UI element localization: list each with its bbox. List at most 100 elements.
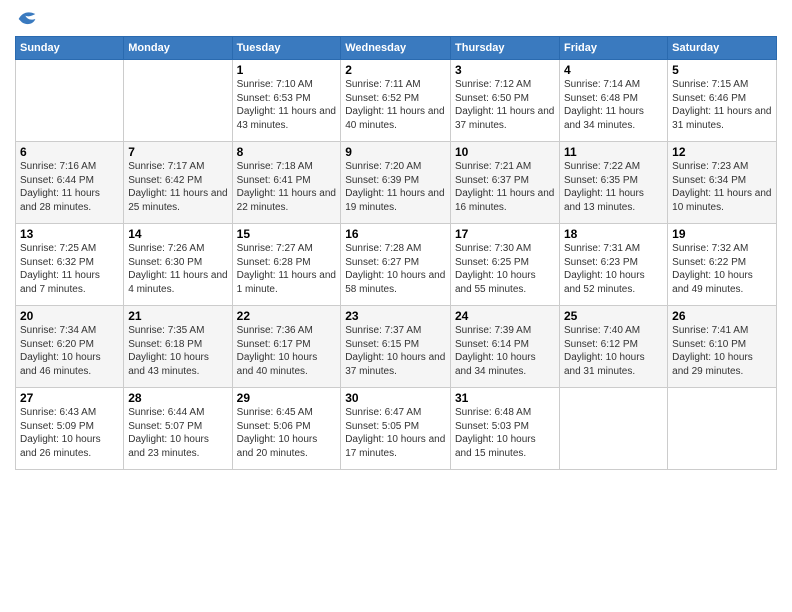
calendar-cell: 12Sunrise: 7:23 AM Sunset: 6:34 PM Dayli… xyxy=(668,142,777,224)
calendar-cell: 23Sunrise: 7:37 AM Sunset: 6:15 PM Dayli… xyxy=(341,306,451,388)
day-number: 11 xyxy=(564,145,663,159)
day-number: 3 xyxy=(455,63,555,77)
calendar-cell: 4Sunrise: 7:14 AM Sunset: 6:48 PM Daylig… xyxy=(559,60,667,142)
calendar-cell: 29Sunrise: 6:45 AM Sunset: 5:06 PM Dayli… xyxy=(232,388,341,470)
day-info: Sunrise: 7:16 AM Sunset: 6:44 PM Dayligh… xyxy=(20,160,119,214)
logo-bird-icon xyxy=(17,10,37,28)
calendar-cell: 20Sunrise: 7:34 AM Sunset: 6:20 PM Dayli… xyxy=(16,306,124,388)
day-info: Sunrise: 6:45 AM Sunset: 5:06 PM Dayligh… xyxy=(237,406,337,460)
calendar-cell: 19Sunrise: 7:32 AM Sunset: 6:22 PM Dayli… xyxy=(668,224,777,306)
day-info: Sunrise: 7:28 AM Sunset: 6:27 PM Dayligh… xyxy=(345,242,446,296)
day-number: 26 xyxy=(672,309,772,323)
day-number: 1 xyxy=(237,63,337,77)
day-info: Sunrise: 7:34 AM Sunset: 6:20 PM Dayligh… xyxy=(20,324,119,378)
day-info: Sunrise: 6:47 AM Sunset: 5:05 PM Dayligh… xyxy=(345,406,446,460)
day-number: 29 xyxy=(237,391,337,405)
calendar-cell: 15Sunrise: 7:27 AM Sunset: 6:28 PM Dayli… xyxy=(232,224,341,306)
day-info: Sunrise: 7:12 AM Sunset: 6:50 PM Dayligh… xyxy=(455,78,555,132)
day-number: 5 xyxy=(672,63,772,77)
calendar-week-4: 20Sunrise: 7:34 AM Sunset: 6:20 PM Dayli… xyxy=(16,306,777,388)
day-info: Sunrise: 6:48 AM Sunset: 5:03 PM Dayligh… xyxy=(455,406,555,460)
calendar-cell xyxy=(559,388,667,470)
day-number: 27 xyxy=(20,391,119,405)
calendar-cell: 28Sunrise: 6:44 AM Sunset: 5:07 PM Dayli… xyxy=(124,388,232,470)
day-info: Sunrise: 7:10 AM Sunset: 6:53 PM Dayligh… xyxy=(237,78,337,132)
day-number: 21 xyxy=(128,309,227,323)
day-number: 30 xyxy=(345,391,446,405)
calendar-cell xyxy=(668,388,777,470)
day-info: Sunrise: 7:36 AM Sunset: 6:17 PM Dayligh… xyxy=(237,324,337,378)
calendar-week-3: 13Sunrise: 7:25 AM Sunset: 6:32 PM Dayli… xyxy=(16,224,777,306)
day-number: 23 xyxy=(345,309,446,323)
day-info: Sunrise: 7:39 AM Sunset: 6:14 PM Dayligh… xyxy=(455,324,555,378)
calendar-cell: 14Sunrise: 7:26 AM Sunset: 6:30 PM Dayli… xyxy=(124,224,232,306)
day-header-wednesday: Wednesday xyxy=(341,37,451,60)
calendar-cell: 1Sunrise: 7:10 AM Sunset: 6:53 PM Daylig… xyxy=(232,60,341,142)
calendar-week-5: 27Sunrise: 6:43 AM Sunset: 5:09 PM Dayli… xyxy=(16,388,777,470)
day-info: Sunrise: 7:41 AM Sunset: 6:10 PM Dayligh… xyxy=(672,324,772,378)
day-number: 25 xyxy=(564,309,663,323)
day-number: 31 xyxy=(455,391,555,405)
logo xyxy=(15,10,37,28)
day-info: Sunrise: 7:21 AM Sunset: 6:37 PM Dayligh… xyxy=(455,160,555,214)
day-info: Sunrise: 7:40 AM Sunset: 6:12 PM Dayligh… xyxy=(564,324,663,378)
calendar-cell: 7Sunrise: 7:17 AM Sunset: 6:42 PM Daylig… xyxy=(124,142,232,224)
day-info: Sunrise: 7:26 AM Sunset: 6:30 PM Dayligh… xyxy=(128,242,227,296)
day-info: Sunrise: 6:43 AM Sunset: 5:09 PM Dayligh… xyxy=(20,406,119,460)
calendar-cell: 30Sunrise: 6:47 AM Sunset: 5:05 PM Dayli… xyxy=(341,388,451,470)
calendar-cell xyxy=(124,60,232,142)
day-number: 6 xyxy=(20,145,119,159)
calendar-header-row: SundayMondayTuesdayWednesdayThursdayFrid… xyxy=(16,37,777,60)
day-info: Sunrise: 7:22 AM Sunset: 6:35 PM Dayligh… xyxy=(564,160,663,214)
day-header-friday: Friday xyxy=(559,37,667,60)
calendar-cell: 9Sunrise: 7:20 AM Sunset: 6:39 PM Daylig… xyxy=(341,142,451,224)
day-info: Sunrise: 7:31 AM Sunset: 6:23 PM Dayligh… xyxy=(564,242,663,296)
day-number: 7 xyxy=(128,145,227,159)
day-info: Sunrise: 7:27 AM Sunset: 6:28 PM Dayligh… xyxy=(237,242,337,296)
day-number: 13 xyxy=(20,227,119,241)
calendar: SundayMondayTuesdayWednesdayThursdayFrid… xyxy=(15,36,777,470)
day-header-sunday: Sunday xyxy=(16,37,124,60)
day-number: 28 xyxy=(128,391,227,405)
day-info: Sunrise: 7:20 AM Sunset: 6:39 PM Dayligh… xyxy=(345,160,446,214)
day-info: Sunrise: 7:15 AM Sunset: 6:46 PM Dayligh… xyxy=(672,78,772,132)
calendar-cell: 27Sunrise: 6:43 AM Sunset: 5:09 PM Dayli… xyxy=(16,388,124,470)
calendar-cell: 25Sunrise: 7:40 AM Sunset: 6:12 PM Dayli… xyxy=(559,306,667,388)
day-number: 24 xyxy=(455,309,555,323)
calendar-cell: 16Sunrise: 7:28 AM Sunset: 6:27 PM Dayli… xyxy=(341,224,451,306)
day-info: Sunrise: 6:44 AM Sunset: 5:07 PM Dayligh… xyxy=(128,406,227,460)
day-number: 20 xyxy=(20,309,119,323)
day-number: 16 xyxy=(345,227,446,241)
calendar-week-2: 6Sunrise: 7:16 AM Sunset: 6:44 PM Daylig… xyxy=(16,142,777,224)
day-info: Sunrise: 7:18 AM Sunset: 6:41 PM Dayligh… xyxy=(237,160,337,214)
calendar-cell: 24Sunrise: 7:39 AM Sunset: 6:14 PM Dayli… xyxy=(451,306,560,388)
calendar-cell: 5Sunrise: 7:15 AM Sunset: 6:46 PM Daylig… xyxy=(668,60,777,142)
day-header-monday: Monday xyxy=(124,37,232,60)
day-header-saturday: Saturday xyxy=(668,37,777,60)
calendar-cell: 17Sunrise: 7:30 AM Sunset: 6:25 PM Dayli… xyxy=(451,224,560,306)
day-info: Sunrise: 7:30 AM Sunset: 6:25 PM Dayligh… xyxy=(455,242,555,296)
calendar-cell: 13Sunrise: 7:25 AM Sunset: 6:32 PM Dayli… xyxy=(16,224,124,306)
day-number: 8 xyxy=(237,145,337,159)
day-info: Sunrise: 7:25 AM Sunset: 6:32 PM Dayligh… xyxy=(20,242,119,296)
calendar-cell: 3Sunrise: 7:12 AM Sunset: 6:50 PM Daylig… xyxy=(451,60,560,142)
day-info: Sunrise: 7:14 AM Sunset: 6:48 PM Dayligh… xyxy=(564,78,663,132)
day-number: 10 xyxy=(455,145,555,159)
day-number: 2 xyxy=(345,63,446,77)
day-number: 4 xyxy=(564,63,663,77)
calendar-cell: 8Sunrise: 7:18 AM Sunset: 6:41 PM Daylig… xyxy=(232,142,341,224)
calendar-cell: 10Sunrise: 7:21 AM Sunset: 6:37 PM Dayli… xyxy=(451,142,560,224)
day-info: Sunrise: 7:37 AM Sunset: 6:15 PM Dayligh… xyxy=(345,324,446,378)
calendar-cell: 21Sunrise: 7:35 AM Sunset: 6:18 PM Dayli… xyxy=(124,306,232,388)
calendar-cell: 26Sunrise: 7:41 AM Sunset: 6:10 PM Dayli… xyxy=(668,306,777,388)
day-info: Sunrise: 7:32 AM Sunset: 6:22 PM Dayligh… xyxy=(672,242,772,296)
day-info: Sunrise: 7:23 AM Sunset: 6:34 PM Dayligh… xyxy=(672,160,772,214)
header xyxy=(15,10,777,28)
day-number: 22 xyxy=(237,309,337,323)
day-header-tuesday: Tuesday xyxy=(232,37,341,60)
day-number: 14 xyxy=(128,227,227,241)
calendar-cell: 11Sunrise: 7:22 AM Sunset: 6:35 PM Dayli… xyxy=(559,142,667,224)
day-number: 19 xyxy=(672,227,772,241)
day-header-thursday: Thursday xyxy=(451,37,560,60)
calendar-cell: 6Sunrise: 7:16 AM Sunset: 6:44 PM Daylig… xyxy=(16,142,124,224)
